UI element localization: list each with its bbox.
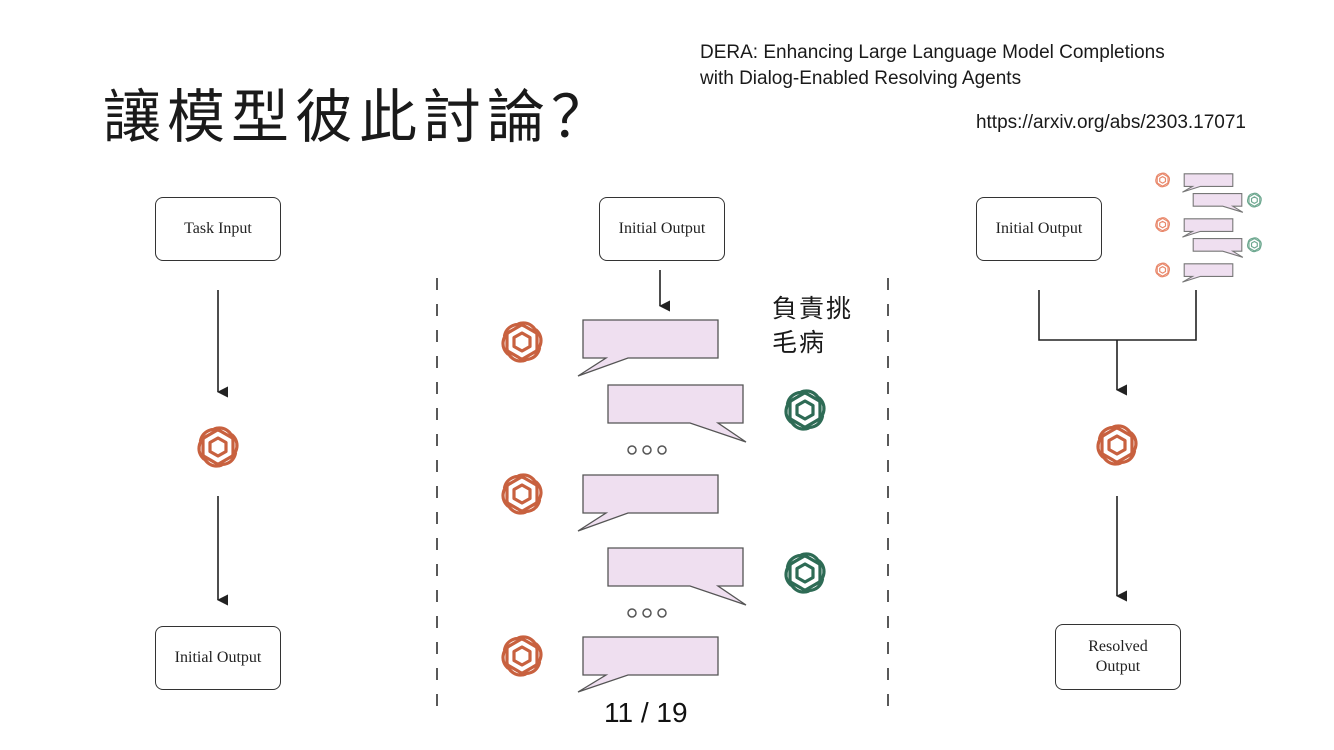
- bubble-orange-1: [577, 319, 719, 377]
- openai-logo-icon: [779, 385, 831, 435]
- openai-logo-icon: [1091, 420, 1143, 470]
- bubble-green-2: [607, 547, 747, 606]
- openai-logo-icon: [496, 317, 548, 367]
- openai-logo-icon: [192, 422, 244, 472]
- diagram-canvas: [192, 171, 1264, 710]
- openai-logo-icon: [496, 469, 548, 519]
- right-merge-lines: [1038, 290, 1197, 341]
- bubble-orange-3: [577, 636, 719, 693]
- bubble-orange-2: [577, 474, 719, 532]
- mini-dialog-thumbnail: [1153, 171, 1264, 283]
- openai-logo-icon: [779, 548, 831, 598]
- openai-logo-icon: [496, 631, 548, 681]
- bubble-green-1: [607, 384, 747, 443]
